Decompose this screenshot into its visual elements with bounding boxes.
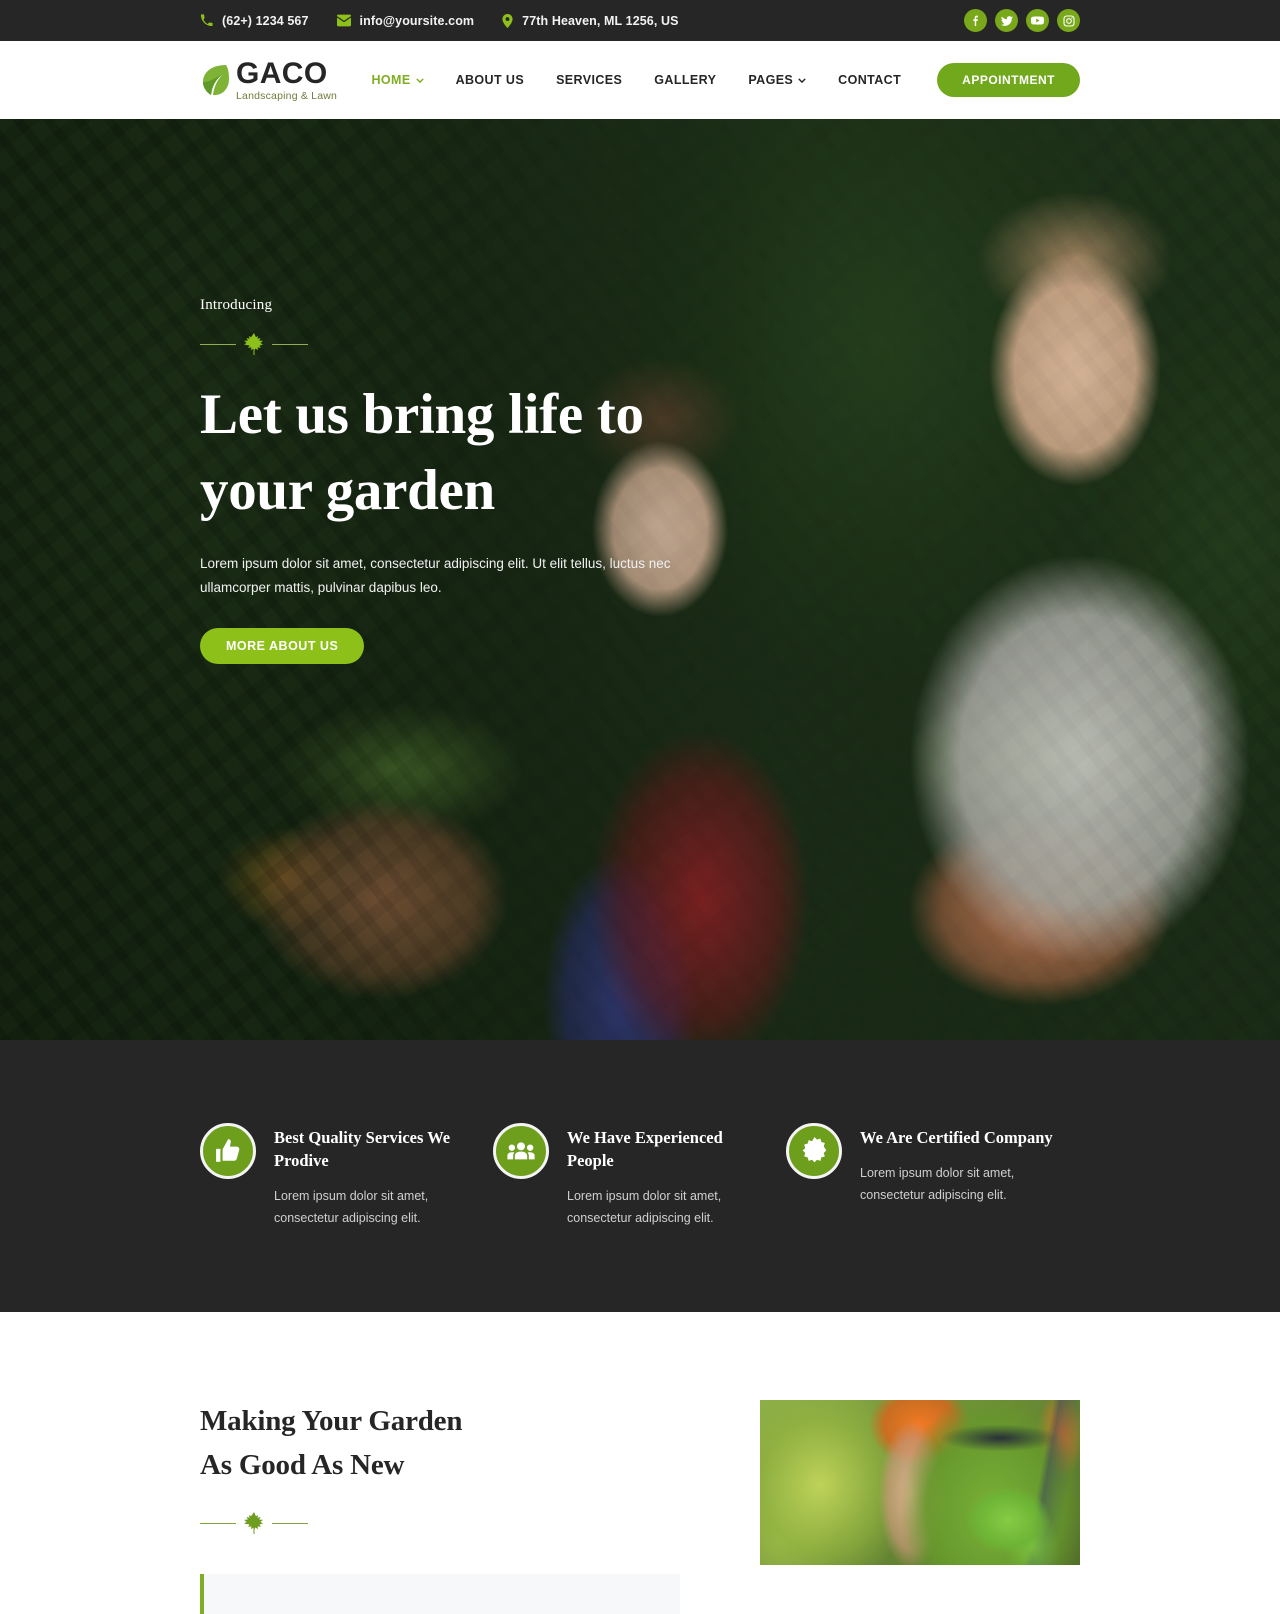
nav-item-services[interactable]: SERVICES <box>540 73 638 87</box>
nav-label: PAGES <box>748 73 794 87</box>
feature-title: We Are Certified Company <box>860 1127 1053 1147</box>
maple-leaf-icon <box>244 333 264 355</box>
youtube-icon[interactable] <box>1026 9 1049 32</box>
about-quote-block <box>200 1574 680 1614</box>
nav-item-pages[interactable]: PAGES <box>732 73 822 87</box>
nav-item-home[interactable]: HOME <box>355 73 439 87</box>
nav-item-about-us[interactable]: ABOUT US <box>440 73 540 87</box>
leaf-logo-icon <box>200 63 230 97</box>
hero-title-line-1: Let us bring life to <box>200 383 644 446</box>
leaf-divider <box>200 1512 680 1534</box>
feature-description: Lorem ipsum dolor sit amet, consectetur … <box>567 1189 722 1225</box>
leaf-divider <box>200 333 1080 355</box>
gardener-photo <box>760 1400 1080 1565</box>
maple-leaf-icon <box>244 1512 264 1534</box>
about-section: Making Your Garden As Good As New <box>0 1312 1280 1614</box>
hero-eyebrow: Introducing <box>200 297 273 313</box>
phone-contact[interactable]: (62+) 1234 567 <box>200 14 309 28</box>
social-links <box>964 9 1080 32</box>
feature-title: We Have Experienced People <box>567 1127 723 1170</box>
address-text: 77th Heaven, ML 1256, US <box>522 13 679 28</box>
email-contact[interactable]: info@yoursite.com <box>336 13 475 28</box>
hero-title: Let us bring life to your garden <box>200 377 760 529</box>
hero-title-line-2: your garden <box>200 458 495 522</box>
nav-label: GALLERY <box>654 73 717 87</box>
hero-description: Lorem ipsum dolor sit amet, consectetur … <box>200 555 671 595</box>
divider-line-right <box>272 343 308 345</box>
top-contact-info: (62+) 1234 567 info@yoursite.com 77th He… <box>200 13 679 28</box>
envelope-icon <box>336 14 351 27</box>
facebook-icon[interactable] <box>964 9 987 32</box>
about-title-line-1: Making Your Garden <box>200 1405 463 1437</box>
chevron-down-icon <box>415 77 424 83</box>
about-title-line-2: As Good As New <box>200 1448 405 1481</box>
certified-badge-icon <box>786 1122 842 1179</box>
feature-description: Lorem ipsum dolor sit amet, consectetur … <box>860 1166 1015 1202</box>
brand-name: GACO <box>236 56 328 90</box>
email-text: info@yoursite.com <box>359 13 475 28</box>
main-navigation: HOME ABOUT US SERVICES GALLERY PAGES CON… <box>355 63 1080 97</box>
appointment-button[interactable]: APPOINTMENT <box>937 63 1080 97</box>
feature-card: We Have Experienced People Lorem ipsum d… <box>493 1122 786 1230</box>
nav-label: SERVICES <box>556 73 623 87</box>
feature-card: Best Quality Services We Prodive Lorem i… <box>200 1122 493 1230</box>
about-title: Making Your Garden As Good As New <box>200 1400 680 1487</box>
instagram-icon[interactable] <box>1057 9 1080 32</box>
nav-item-gallery[interactable]: GALLERY <box>638 73 732 87</box>
features-section: Best Quality Services We Prodive Lorem i… <box>0 1040 1280 1312</box>
nav-item-contact[interactable]: CONTACT <box>822 73 917 87</box>
hero-section: Introducing Let us bring life to your ga… <box>0 119 1280 1040</box>
brand-tagline: Landscaping & Lawn <box>236 89 338 102</box>
location-pin-icon <box>502 13 513 28</box>
address-contact[interactable]: 77th Heaven, ML 1256, US <box>502 13 679 28</box>
feature-title: Best Quality Services We Prodive <box>274 1127 451 1170</box>
nav-label: ABOUT US <box>455 73 525 87</box>
divider-line-right <box>272 1522 308 1524</box>
divider-line-left <box>200 1522 236 1524</box>
thumbs-up-icon <box>200 1122 256 1179</box>
more-about-us-button[interactable]: MORE ABOUT US <box>200 627 365 664</box>
top-contact-bar: (62+) 1234 567 info@yoursite.com 77th He… <box>0 0 1280 41</box>
site-logo[interactable]: GACO Landscaping & Lawn <box>200 56 338 102</box>
divider-line-left <box>200 343 236 345</box>
phone-icon <box>200 14 213 27</box>
chevron-down-icon <box>798 77 806 83</box>
feature-description: Lorem ipsum dolor sit amet, consectetur … <box>274 1189 429 1225</box>
site-header: GACO Landscaping & Lawn HOME ABOUT US SE… <box>0 41 1280 119</box>
twitter-icon[interactable] <box>995 9 1018 32</box>
people-group-icon <box>493 1122 549 1179</box>
phone-text: (62+) 1234 567 <box>222 13 309 28</box>
about-photo <box>760 1400 1080 1565</box>
nav-label: CONTACT <box>838 73 902 87</box>
feature-card: We Are Certified Company Lorem ipsum dol… <box>786 1122 1079 1230</box>
nav-label: HOME <box>371 73 411 87</box>
